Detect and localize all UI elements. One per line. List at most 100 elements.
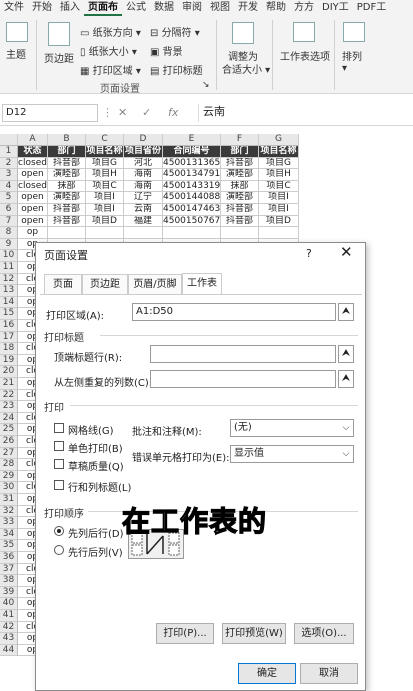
row-header[interactable]: 12 xyxy=(0,273,18,286)
close-icon[interactable]: ✕ xyxy=(340,243,353,261)
table-cell[interactable]: open xyxy=(18,215,48,228)
ribbon-tab-11[interactable]: DIY工 xyxy=(318,0,353,16)
row-header[interactable]: 38 xyxy=(0,575,18,587)
table-cell[interactable]: 项目I xyxy=(259,204,299,216)
table-cell[interactable]: 抖音部 xyxy=(221,204,259,216)
table-cell[interactable]: 项目I xyxy=(86,204,124,216)
row-header[interactable]: 29 xyxy=(0,470,18,483)
table-cell[interactable]: 辽宁 xyxy=(124,192,163,204)
table-cell[interactable]: 4500150767 xyxy=(163,215,221,228)
table-cell[interactable]: 抖音部 xyxy=(48,215,86,228)
print-titles-button[interactable]: ▤ 打印标题 xyxy=(150,62,203,77)
table-cell[interactable]: 演睦部 xyxy=(48,169,86,181)
tab-header-footer[interactable]: 页眉/页脚 xyxy=(128,274,182,294)
ribbon-tab-7[interactable]: 视图 xyxy=(206,0,234,16)
table-cell[interactable]: 抖音部 xyxy=(221,215,259,228)
column-header-D[interactable]: D xyxy=(124,134,163,146)
print-area-button[interactable]: ▦ 打印区域 ▾ xyxy=(80,62,141,77)
table-cell[interactable]: 项目C xyxy=(259,180,299,193)
select-all-corner[interactable] xyxy=(0,134,18,146)
row-header[interactable]: 26 xyxy=(0,436,18,448)
scale-button-line2[interactable]: 合适大小 ▾ xyxy=(222,61,270,76)
table-cell[interactable]: 4500147463 xyxy=(163,204,221,216)
table-cell[interactable] xyxy=(259,227,299,239)
table-cell[interactable]: open xyxy=(18,192,48,204)
row-header[interactable]: 16 xyxy=(0,320,18,332)
background-button[interactable]: ▣ 背景 xyxy=(150,43,183,58)
table-cell[interactable]: 抖音部 xyxy=(48,204,86,216)
fx-icon[interactable]: fx xyxy=(168,106,178,119)
table-cell[interactable]: 抹部 xyxy=(48,180,86,193)
row-header[interactable]: 32 xyxy=(0,505,18,518)
row-header[interactable]: 39 xyxy=(0,586,18,599)
ribbon-tab-12[interactable]: PDF工 xyxy=(353,0,390,16)
row-header[interactable]: 27 xyxy=(0,447,18,460)
table-cell[interactable]: 抖音部 xyxy=(221,157,259,170)
name-box[interactable]: D12 xyxy=(2,104,98,122)
row-header[interactable]: 21 xyxy=(0,378,18,390)
row-header[interactable]: 28 xyxy=(0,459,18,471)
row-header[interactable]: 1 xyxy=(0,146,18,158)
ribbon-tab-4[interactable]: 公式 xyxy=(122,0,150,16)
column-header-A[interactable]: A xyxy=(18,134,48,146)
table-cell[interactable]: 项目H xyxy=(86,169,124,181)
ribbon-tab-3[interactable]: 页面布 xyxy=(84,0,122,16)
table-header-cell[interactable]: 项目名称 xyxy=(259,146,299,158)
row-header[interactable]: 17 xyxy=(0,331,18,344)
row-header[interactable]: 36 xyxy=(0,552,18,564)
down-then-over-radio[interactable] xyxy=(54,526,64,536)
print-button[interactable]: 打印(P)... xyxy=(156,623,214,644)
column-header-G[interactable]: G xyxy=(259,134,299,146)
arrange-button[interactable]: 排列 ▾ xyxy=(342,48,362,74)
ribbon-tab-9[interactable]: 帮助 xyxy=(262,0,290,16)
column-header-F[interactable]: F xyxy=(221,134,259,146)
table-cell[interactable]: open xyxy=(18,169,48,181)
margins-button[interactable]: 页边距 xyxy=(44,50,74,65)
row-header[interactable]: 7 xyxy=(0,215,18,228)
column-header-C[interactable]: C xyxy=(86,134,124,146)
row-header[interactable]: 41 xyxy=(0,610,18,622)
mono-checkbox[interactable] xyxy=(54,441,64,451)
row-col-headers-checkbox[interactable] xyxy=(54,480,64,490)
table-cell[interactable] xyxy=(124,227,163,239)
dialog-launcher-icon[interactable]: ↘ xyxy=(202,80,210,90)
row-header[interactable]: 34 xyxy=(0,528,18,541)
sheet-options-button[interactable]: 工作表选项 xyxy=(280,48,330,63)
table-cell[interactable]: op xyxy=(18,227,48,239)
enter-icon[interactable]: ✓ xyxy=(142,106,151,119)
cols-repeat-input[interactable] xyxy=(150,370,336,388)
table-cell[interactable]: 演睦部 xyxy=(221,169,259,181)
row-header[interactable]: 44 xyxy=(0,644,18,657)
comments-select[interactable]: (无) ⌵ xyxy=(230,419,354,437)
tab-page[interactable]: 页面 xyxy=(44,274,82,294)
row-header[interactable]: 35 xyxy=(0,540,18,552)
column-header-B[interactable]: B xyxy=(48,134,86,146)
help-icon[interactable]: ? xyxy=(306,247,312,260)
options-button[interactable]: 选项(O)... xyxy=(294,623,354,644)
gridlines-checkbox[interactable] xyxy=(54,423,64,433)
table-header-cell[interactable]: 状态 xyxy=(18,146,48,158)
table-cell[interactable]: 海南 xyxy=(124,169,163,181)
row-header[interactable]: 25 xyxy=(0,424,18,436)
row-header[interactable]: 15 xyxy=(0,308,18,320)
row-header[interactable]: 2 xyxy=(0,157,18,170)
row-header[interactable]: 11 xyxy=(0,262,18,274)
arrange-icon[interactable] xyxy=(343,22,365,42)
row-header[interactable]: 23 xyxy=(0,401,18,413)
table-cell[interactable]: 河北 xyxy=(124,157,163,170)
table-cell[interactable]: 云南 xyxy=(124,204,163,216)
table-header-cell[interactable]: 项目省份 xyxy=(124,146,163,158)
row-header[interactable]: 30 xyxy=(0,482,18,494)
table-cell[interactable]: 抹部 xyxy=(221,180,259,193)
row-header[interactable]: 31 xyxy=(0,494,18,506)
errors-select[interactable]: 显示值 ⌵ xyxy=(230,445,354,463)
table-cell[interactable]: 项目G xyxy=(86,157,124,170)
formula-input[interactable]: 云南 xyxy=(198,104,411,122)
rows-repeat-collapse-icon[interactable]: ⮝ xyxy=(338,345,354,363)
rows-repeat-input[interactable] xyxy=(150,345,336,363)
ribbon-tab-1[interactable]: 开始 xyxy=(28,0,56,16)
table-cell[interactable]: 4500134791 xyxy=(163,169,221,181)
table-header-cell[interactable]: 部门 xyxy=(221,146,259,158)
ok-button[interactable]: 确定 xyxy=(238,663,296,684)
orientation-button[interactable]: ▭ 纸张方向 ▾ xyxy=(80,24,141,39)
